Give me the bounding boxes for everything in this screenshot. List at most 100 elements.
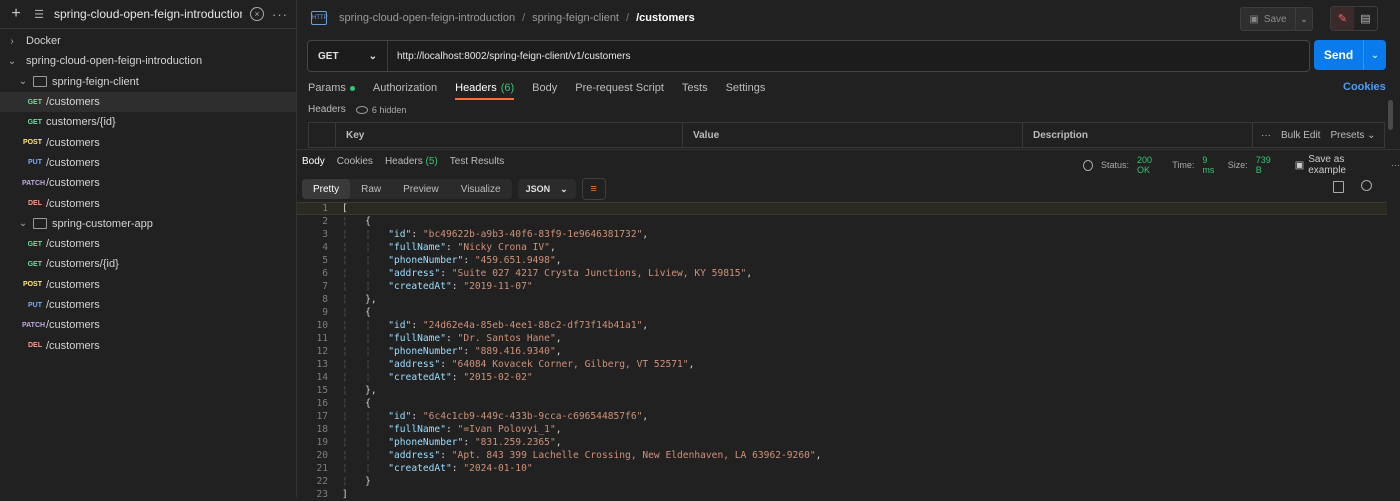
request-item[interactable]: GET/customers — [0, 91, 296, 113]
cookies-link[interactable]: Cookies — [1343, 81, 1386, 93]
chevron-down-icon[interactable]: ⌄ — [17, 76, 29, 87]
tab-response-headers[interactable]: Headers (5) — [385, 156, 438, 167]
indent-guide: ¦ — [342, 424, 366, 435]
request-item[interactable]: POST/customers — [0, 132, 296, 152]
code-line: 8 ¦ }, — [297, 293, 1387, 306]
indent-guide: ¦ — [342, 216, 366, 227]
method-select[interactable]: GET ⌄ — [308, 41, 388, 71]
format-select[interactable]: JSON ⌄ — [517, 179, 576, 199]
plus-icon[interactable]: + — [8, 5, 24, 23]
request-item[interactable]: GET/customers — [0, 234, 296, 254]
tab-prerequest-script[interactable]: Pre-request Script — [575, 78, 664, 98]
request-item[interactable]: POST/customers — [0, 275, 296, 295]
collection-item[interactable]: › Docker — [0, 31, 296, 51]
code-line: 18 ¦ ¦ "fullName": "=Ivan Polovyi_1", — [297, 423, 1387, 436]
code-line: 6 ¦ ¦ "address": "Suite 027 4217 Crysta J… — [297, 267, 1387, 280]
line-number: 5 — [322, 255, 328, 266]
code-colon: : — [440, 359, 452, 370]
copy-icon[interactable] — [1333, 181, 1344, 193]
tab-response-body[interactable]: Body — [302, 156, 325, 167]
request-item[interactable]: DEL/customers — [0, 193, 296, 213]
presets-dropdown[interactable]: Presets ⌄ — [1330, 130, 1375, 141]
collection-tree: › Docker ⌄ spring-cloud-open-feign-introduc… — [0, 31, 296, 356]
code-line: 10 ¦ ¦ "id": "24d62e4a-85eb-4ee1-88c2-df7… — [297, 319, 1387, 332]
folder-item[interactable]: ⌄ spring-feign-client — [0, 72, 296, 92]
more-options-icon[interactable]: ··· — [272, 7, 288, 22]
breadcrumb-separator: / — [522, 12, 526, 24]
code-punct: { — [365, 307, 371, 318]
hidden-headers-toggle[interactable]: 6 hidden — [355, 105, 406, 115]
request-item[interactable]: PATCH/customers — [0, 315, 296, 335]
edit-mode-button[interactable]: ✎ — [1331, 7, 1354, 30]
globe-icon[interactable] — [1083, 159, 1094, 171]
tab-params[interactable]: Params — [308, 78, 355, 98]
line-number: 2 — [322, 216, 328, 227]
tab-response-cookies[interactable]: Cookies — [337, 156, 373, 167]
breadcrumb-collection[interactable]: spring-cloud-open-feign-introduction — [339, 12, 515, 24]
tab-headers[interactable]: Headers (6) — [455, 78, 515, 100]
save-button[interactable]: ▣ Save — [1240, 7, 1296, 31]
url-input[interactable]: http://localhost:8002/spring-feign-clien… — [388, 51, 630, 62]
json-key: "phoneNumber" — [388, 255, 464, 266]
line-number: 10 — [316, 320, 328, 331]
breadcrumb-folder[interactable]: spring-feign-client — [532, 12, 619, 24]
send-dropdown-button[interactable]: ⌄ — [1364, 40, 1386, 70]
time-value[interactable]: 9 ms — [1202, 155, 1219, 175]
folder-icon — [33, 218, 47, 230]
tab-settings[interactable]: Settings — [726, 78, 766, 98]
json-key: "address" — [388, 359, 441, 370]
filter-icon[interactable]: ☰ — [32, 8, 46, 21]
view-preview[interactable]: Preview — [392, 179, 450, 199]
method-value: GET — [318, 50, 339, 62]
save-as-example-button[interactable]: ▣ Save as example — [1295, 154, 1375, 176]
scrollbar[interactable] — [1388, 100, 1393, 130]
code-line: 11 ¦ ¦ "fullName": "Dr. Santos Hane", — [297, 332, 1387, 345]
chevron-down-icon[interactable]: ⌄ — [6, 56, 18, 67]
save-dropdown-button[interactable]: ⌄ — [1296, 7, 1313, 31]
sidebar-search-input[interactable]: spring-cloud-open-feign-introduction — [54, 7, 242, 21]
checkbox-column — [309, 123, 336, 147]
request-item[interactable]: DEL/customers — [0, 335, 296, 355]
code-comma: , — [642, 411, 649, 422]
request-item[interactable]: PUT/customers — [0, 295, 296, 315]
more-options-icon[interactable]: ··· — [1261, 130, 1271, 141]
send-button[interactable]: Send — [1314, 40, 1364, 70]
view-pretty[interactable]: Pretty — [302, 179, 351, 199]
chevron-down-icon: ⌄ — [368, 50, 377, 62]
folder-item[interactable]: ⌄ spring-customer-app — [0, 214, 296, 234]
wrap-lines-button[interactable]: ≡ — [581, 178, 606, 200]
request-item[interactable]: GET/customers/{id} — [0, 254, 296, 274]
code-colon: : — [451, 281, 464, 292]
status-value[interactable]: 200 OK — [1137, 155, 1164, 175]
indent-guide: ¦ — [342, 476, 366, 487]
indent-guide: ¦ — [365, 229, 389, 240]
json-key: "id" — [388, 411, 412, 422]
more-options-icon[interactable]: ··· — [1391, 160, 1400, 170]
view-raw[interactable]: Raw — [350, 179, 392, 199]
size-value[interactable]: 739 B — [1256, 155, 1277, 175]
method-badge: DEL — [28, 342, 42, 350]
json-key: "fullName" — [388, 333, 446, 344]
request-name[interactable]: /customers — [636, 12, 695, 24]
tab-tests[interactable]: Tests — [682, 78, 708, 98]
collection-item[interactable]: ⌄ spring-cloud-open-feign-introduction — [0, 51, 296, 71]
json-value: "2019-11-07" — [463, 281, 533, 292]
bulk-edit-button[interactable]: Bulk Edit — [1281, 130, 1320, 141]
request-item[interactable]: PUT/customers — [0, 153, 296, 173]
json-key: "fullName" — [388, 242, 446, 253]
chevron-down-icon[interactable]: ⌄ — [17, 218, 29, 229]
request-item[interactable]: PATCH/customers — [0, 173, 296, 193]
response-body-editor[interactable]: 1[2 ¦ {3 ¦ ¦ "id": "bc49622b-a9b3-40f6-83f… — [297, 202, 1387, 501]
tab-body[interactable]: Body — [532, 78, 557, 98]
search-icon[interactable] — [1361, 180, 1372, 191]
comments-button[interactable]: ▤ — [1354, 7, 1377, 30]
indent-guide: ¦ — [342, 346, 366, 357]
chevron-right-icon[interactable]: › — [6, 36, 18, 47]
tab-test-results[interactable]: Test Results — [450, 156, 504, 167]
method-badge: PATCH — [22, 321, 46, 329]
request-item[interactable]: GET customers/{id} — [0, 112, 296, 132]
view-visualize[interactable]: Visualize — [450, 179, 512, 199]
tab-authorization[interactable]: Authorization — [373, 78, 437, 98]
clear-search-icon[interactable]: × — [250, 7, 264, 21]
save-group: ▣ Save ⌄ — [1240, 7, 1313, 31]
